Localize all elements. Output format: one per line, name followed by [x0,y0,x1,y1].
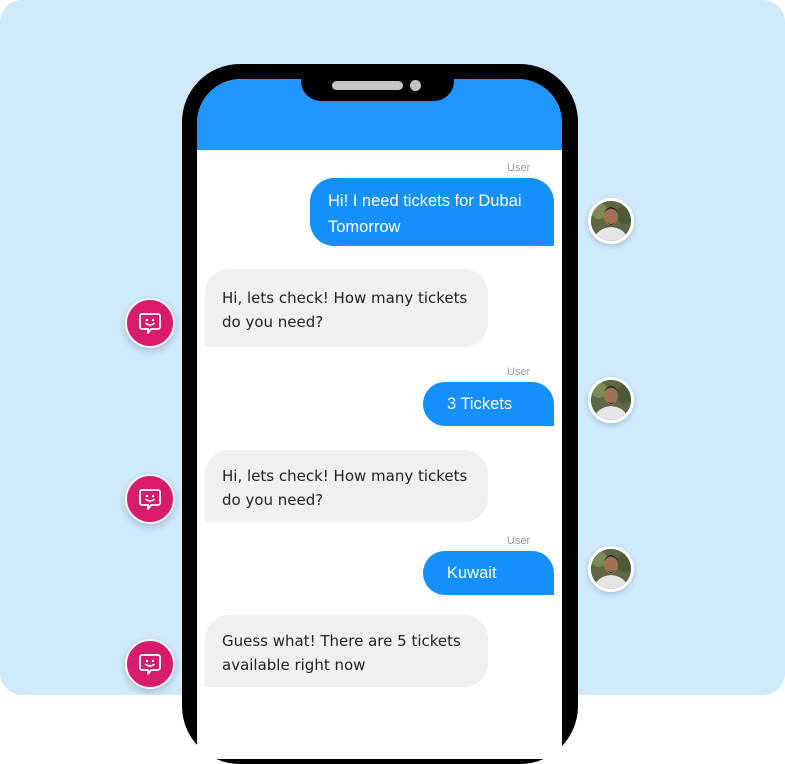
user-message-bubble: Hi! I need tickets for Dubai Tomorrow [310,178,554,246]
chatbot-icon [125,639,175,689]
camera-icon [410,80,421,91]
speaker-icon [332,81,403,90]
person-photo-icon [591,549,631,589]
chatbot-icon [125,474,175,524]
person-photo-icon [591,380,631,420]
sender-label: User [507,366,531,378]
user-avatar [588,198,634,244]
user-message-bubble: 3 Tickets [423,382,554,426]
user-avatar [588,377,634,423]
person-photo-icon [591,201,631,241]
chat-smiley-icon [139,489,161,510]
user-message-bubble: Kuwait [423,551,554,595]
chatbot-icon [125,298,175,348]
bot-message-bubble: Hi, lets check! How many tickets do you … [205,450,488,522]
chat-smiley-icon [139,313,161,334]
user-avatar [588,546,634,592]
bot-message-bubble: Guess what! There are 5 tickets availabl… [205,615,488,687]
sender-label: User [507,535,531,547]
bot-message-bubble: Hi, lets check! How many tickets do you … [205,269,488,347]
chat-smiley-icon [139,654,161,675]
sender-label: User [507,162,531,174]
